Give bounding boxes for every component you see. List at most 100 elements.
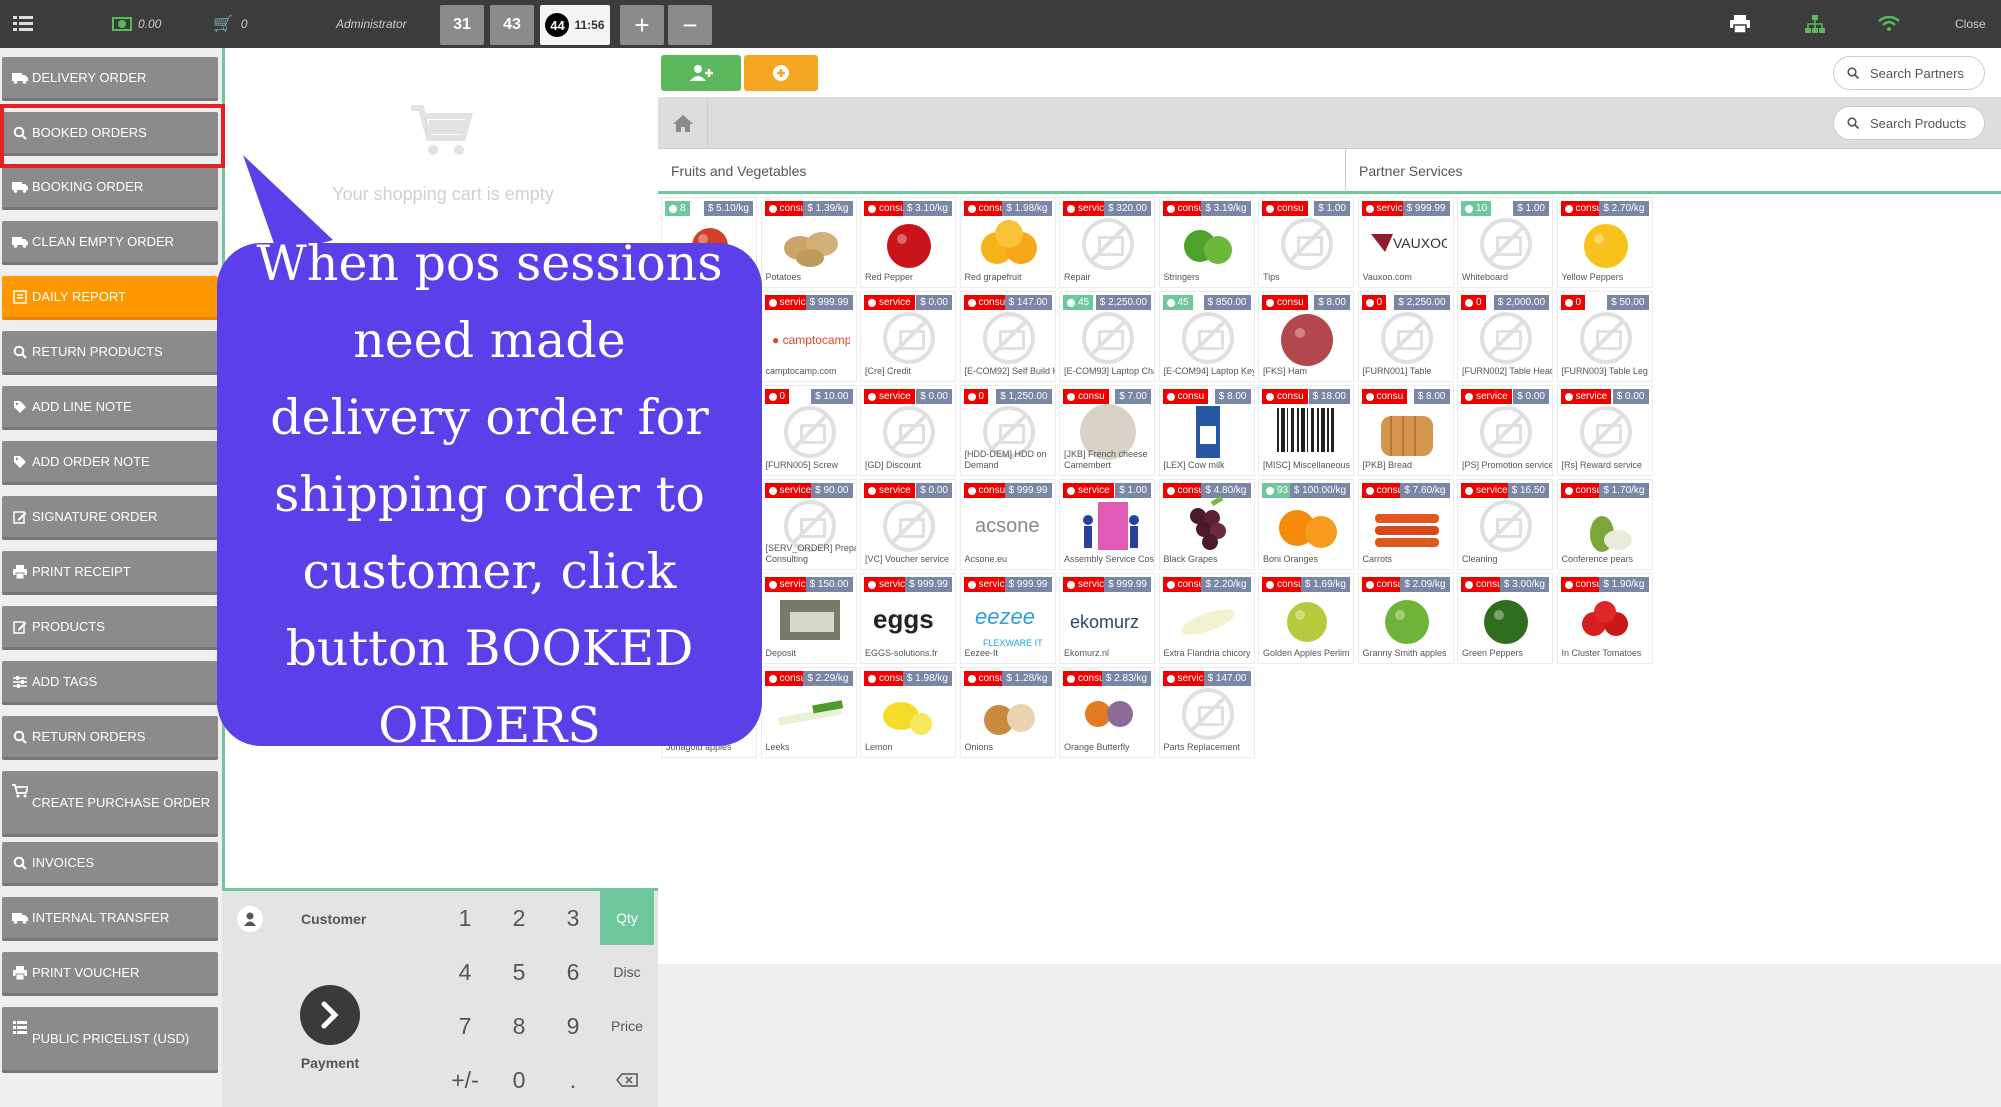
menu-button-add-tags[interactable]: ADD TAGS [2, 661, 218, 705]
product-card[interactable]: 0 $ 10.00 [FURN005] Screw [760, 385, 857, 476]
menu-button-products[interactable]: PRODUCTS [2, 606, 218, 650]
menu-button-print-receipt[interactable]: PRINT RECEIPT [2, 551, 218, 595]
product-card[interactable]: 0 $ 1,250.00 [HDD-DEM] HDD on Demand [959, 385, 1056, 476]
menu-button-public-pricelist-usd[interactable]: PUBLIC PRICELIST (USD) [2, 1007, 218, 1073]
wifi-icon[interactable] [1878, 0, 1900, 48]
home-icon[interactable] [658, 98, 708, 148]
search-partners-input[interactable]: Search Partners [1833, 56, 1985, 90]
menu-button-invoices[interactable]: INVOICES [2, 842, 218, 886]
product-card[interactable]: consu $ 18.00 [MISC] Miscellaneous [1258, 385, 1354, 476]
menu-button-internal-transfer[interactable]: INTERNAL TRANSFER [2, 897, 218, 941]
numpad-key[interactable]: 4 [438, 945, 492, 999]
product-card[interactable]: consu $ 8.00 [FKS] Ham [1258, 291, 1354, 382]
payment-button[interactable]: Payment [222, 946, 438, 1107]
product-card[interactable]: 45$ 2,250.00[E-COM93] Laptop Charger [1059, 291, 1155, 382]
product-card[interactable]: consu $ 2.29/kg Leeks [760, 667, 857, 758]
delete-session-button[interactable]: − [668, 5, 712, 45]
menu-button-clean-empty-order[interactable]: CLEAN EMPTY ORDER [2, 221, 218, 265]
menu-button-return-products[interactable]: RETURN PRODUCTS [2, 331, 218, 375]
menu-button-signature-order[interactable]: SIGNATURE ORDER [2, 496, 218, 540]
product-card[interactable]: service $ 1.00 Assembly Service Cost [1059, 479, 1155, 570]
product-card[interactable]: service $ 147.00 Parts Replacement [1158, 667, 1255, 758]
category-partner-services[interactable]: Partner Services [1346, 149, 2001, 192]
close-button[interactable]: Close [1955, 0, 1986, 48]
product-card[interactable]: service $ 320.00 Repair [1059, 197, 1155, 288]
numpad-key[interactable]: 2 [492, 891, 546, 945]
product-card[interactable]: consu $ 3.00/kg Green Peppers [1457, 573, 1553, 664]
numpad-key[interactable]: 1 [438, 891, 492, 945]
product-card[interactable]: service $ 999.99 eezee FLEXWARE IT Eezee-It [959, 573, 1056, 664]
product-card[interactable]: consu $ 8.00 [LEX] Cow milk [1158, 385, 1255, 476]
product-card[interactable]: consu $ 2.20/kg Extra Flandria chicory [1158, 573, 1255, 664]
numpad-key[interactable]: 8 [492, 999, 546, 1053]
product-card[interactable]: consu $ 1.69/kg Golden Apples Perlim [1258, 573, 1354, 664]
product-card[interactable]: consu $ 2.70/kg Yellow Peppers [1556, 197, 1653, 288]
new-session-button[interactable]: + [620, 5, 664, 45]
numpad-key[interactable]: 6 [546, 945, 600, 999]
product-card[interactable]: consu $ 8.00 [PKB] Bread [1357, 385, 1454, 476]
product-card[interactable]: service $ 999.99 VAUXOO Vauxoo.com [1357, 197, 1454, 288]
numpad-key[interactable]: 3 [546, 891, 600, 945]
product-card[interactable]: consu $ 999.99 acsone Acsone.eu [959, 479, 1056, 570]
menu-icon[interactable] [13, 0, 33, 48]
product-card[interactable]: service $ 0.00 [Cre] Credit [860, 291, 956, 382]
print-icon[interactable] [1730, 0, 1750, 48]
product-card[interactable]: consu $ 1.98/kg Lemon [860, 667, 956, 758]
product-card[interactable]: consu $ 1.28/kg Onions [959, 667, 1056, 758]
product-card[interactable]: service $ 999.99 ● camptocamp camptocamp.co… [760, 291, 857, 382]
product-card[interactable]: 10 $ 1.00 Whiteboard [1457, 197, 1553, 288]
menu-button-delivery-order[interactable]: DELIVERY ORDER [2, 57, 218, 101]
menu-button-print-voucher[interactable]: PRINT VOUCHER [2, 952, 218, 996]
product-card[interactable]: consu $ 1.90/kg In Cluster Tomatoes [1556, 573, 1653, 664]
product-card[interactable]: service $ 90.00 [SERV_ORDER] Prepaid Consu… [760, 479, 857, 570]
menu-button-add-order-note[interactable]: ADD ORDER NOTE [2, 441, 218, 485]
product-card[interactable]: 0 $ 50.00 [FURN003] Table Leg [1556, 291, 1653, 382]
mode-price-button[interactable]: Price [600, 999, 654, 1053]
active-session-button[interactable]: 44 11:56 [540, 5, 610, 45]
mode-qty-button[interactable]: Qty [600, 891, 654, 945]
add-product-button[interactable] [744, 55, 818, 91]
product-card[interactable]: consu $ 2.83/kg Orange Butterfly [1059, 667, 1155, 758]
product-card[interactable]: 0 $ 2,000.00 [FURN002] Table Head [1457, 291, 1553, 382]
product-card[interactable]: consu $ 2.09/kg Granny Smith apples [1357, 573, 1454, 664]
product-card[interactable]: service $ 0.00 [Rs] Reward service [1556, 385, 1653, 476]
menu-button-create-purchase-order[interactable]: CREATE PURCHASE ORDER [2, 771, 218, 837]
product-card[interactable]: service $ 0.00 [GD] Discount [860, 385, 956, 476]
product-card[interactable]: service $ 0.00 [VC] Voucher service [860, 479, 956, 570]
mode-disc-button[interactable]: Disc [600, 945, 654, 999]
numpad-key[interactable]: 5 [492, 945, 546, 999]
product-card[interactable]: consu $ 1.98/kg Red grapefruit [959, 197, 1056, 288]
numpad-key[interactable]: 7 [438, 999, 492, 1053]
product-card[interactable]: service $ 0.00 [PS] Promotion service [1457, 385, 1553, 476]
numpad-key[interactable]: . [546, 1053, 600, 1107]
menu-button-return-orders[interactable]: RETURN ORDERS [2, 716, 218, 760]
add-partner-button[interactable] [661, 55, 741, 91]
product-card[interactable]: consu $ 4.80/kg Black Grapes [1158, 479, 1255, 570]
menu-button-booking-order[interactable]: BOOKING ORDER [2, 166, 218, 210]
cash-indicator[interactable]: 0.00 [112, 0, 161, 48]
session-button[interactable]: 43 [490, 5, 534, 45]
product-card[interactable]: service $ 999.99 eggs EGGS-solutions.fr [860, 573, 956, 664]
product-card[interactable]: service $ 16.50 Cleaning [1457, 479, 1553, 570]
numpad-key[interactable]: +/- [438, 1053, 492, 1107]
product-card[interactable]: 0 $ 2,250.00 [FURN001] Table [1357, 291, 1454, 382]
product-card[interactable]: consu $ 7.00 [JKB] French cheese Camembert [1059, 385, 1155, 476]
product-card[interactable]: consu $ 1.00 Tips [1258, 197, 1354, 288]
session-button[interactable]: 31 [440, 5, 484, 45]
cart-indicator[interactable]: 🛒 0 [213, 0, 248, 48]
category-fruits-vegetables[interactable]: Fruits and Vegetables [658, 149, 1346, 192]
search-products-input[interactable]: Search Products [1833, 106, 1985, 140]
product-card[interactable]: 93 $ 100.00/kg Boni Oranges [1258, 479, 1354, 570]
product-card[interactable]: consu $ 1.39/kg Potatoes [760, 197, 857, 288]
numpad-key[interactable]: 9 [546, 999, 600, 1053]
backspace-button[interactable] [600, 1053, 654, 1107]
menu-button-daily-report[interactable]: DAILY REPORT [2, 276, 218, 320]
numpad-key[interactable]: 0 [492, 1053, 546, 1107]
product-card[interactable]: consu $ 7.60/kg Carrots [1357, 479, 1454, 570]
product-card[interactable]: 45$ 850.00[E-COM94] Laptop Keypad [1158, 291, 1255, 382]
product-card[interactable]: consu $ 3.19/kg Stringers [1158, 197, 1255, 288]
customer-button[interactable]: Customer [222, 891, 438, 946]
product-card[interactable]: service $ 999.99 ekomurz Ekomurz.nl [1059, 573, 1155, 664]
product-card[interactable]: consu $ 3.10/kg Red Pepper [860, 197, 956, 288]
product-card[interactable]: consu $ 147.00 [E-COM92] Self Build Kit [959, 291, 1056, 382]
